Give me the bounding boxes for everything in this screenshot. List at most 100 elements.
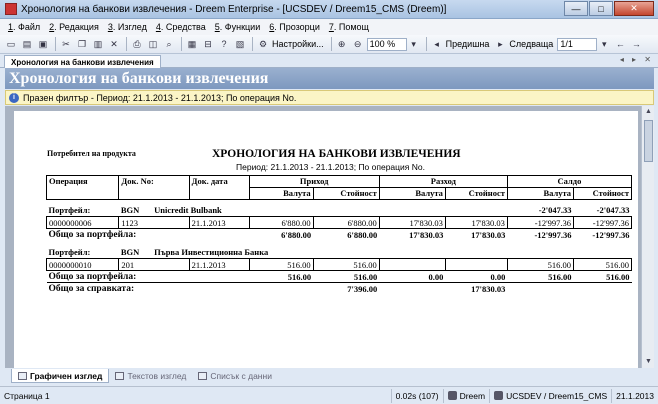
col-balance-currency: Валута [506, 187, 575, 200]
status-time: 0.02s (107) [390, 388, 443, 403]
scroll-thumb[interactable] [644, 120, 653, 162]
col-income: Приход [248, 175, 380, 188]
status-bar: Страница 1 0.02s (107) Dreem UCSDEV / Dr… [0, 386, 658, 404]
layout-icon[interactable]: ▦ [185, 37, 199, 51]
back-arrow-icon[interactable]: ← [613, 37, 627, 51]
status-page: Страница 1 [4, 390, 50, 401]
user-icon [447, 391, 457, 400]
toolbar: ▭ ▤ ▣ ✂ ❐ ▥ ✕ ⎙ ◫ ⌕ ▦ ⊟ ? ▧ ⚙ Настройки.… [0, 35, 658, 54]
report-table: Операция Док. No: Док. дата Приход Разхо… [45, 175, 633, 295]
page-title: Хронология на банкови извлечения [5, 68, 654, 89]
report-title: ХРОНОЛОГИЯ НА БАНКОВИ ИЗВЛЕЧЕНИЯ [212, 148, 461, 160]
help-icon[interactable]: ? [217, 37, 231, 51]
export-icon[interactable]: ▧ [233, 37, 247, 51]
text-view-icon [115, 372, 125, 380]
col-doc-date: Док. дата [188, 175, 250, 200]
database-icon [494, 391, 504, 400]
col-balance-value: Стойност [573, 187, 632, 200]
tab-graphic-view[interactable]: Графичен изглед [11, 369, 110, 383]
col-expense: Разход [378, 175, 508, 188]
menu-functions[interactable]: 5. Функции [215, 22, 260, 32]
menu-file[interactable]: 1. Файл [8, 22, 40, 32]
menu-edit[interactable]: 2. Редакция [49, 22, 99, 32]
menu-tools[interactable]: 4. Средства [156, 22, 206, 32]
status-user: Dreem [442, 388, 490, 403]
zoom-out-icon[interactable]: ⊖ [351, 37, 365, 51]
find-icon[interactable]: ⌕ [162, 37, 176, 51]
chevron-down-icon[interactable]: ▾ [407, 37, 421, 51]
tab-data-list[interactable]: Списък с данни [192, 369, 278, 383]
cut-icon[interactable]: ✂ [59, 37, 73, 51]
minimize-button[interactable]: — [564, 1, 588, 16]
col-expense-value: Стойност [444, 187, 508, 200]
prev-page-button[interactable]: Предишна [446, 39, 490, 49]
paste-icon[interactable]: ▥ [91, 37, 105, 51]
table-row[interactable]: 0000000010 201 21.1.2013 516.00 516.00 5… [45, 258, 632, 271]
maximize-button[interactable]: □ [589, 1, 613, 16]
window-title: Хронология на банкови извлечения - Dreem… [21, 3, 447, 15]
menu-view[interactable]: 3. Изглед [108, 22, 147, 32]
zoom-select[interactable]: 100 % [366, 37, 407, 51]
status-date: 21.1.2013 [611, 388, 658, 403]
toolbar-separator [126, 37, 127, 51]
settings-icon[interactable]: ⚙ [256, 37, 270, 51]
next-page-button[interactable]: Следваща [509, 39, 553, 49]
col-income-value: Стойност [312, 187, 380, 200]
tab-controls[interactable]: ◂ ▸ ✕ [620, 55, 654, 64]
portfolio-header: Портфейл: BGN Първа Инвестиционна Банка [48, 247, 269, 258]
col-balance: Салдо [506, 175, 633, 188]
delete-icon[interactable]: ✕ [107, 37, 121, 51]
page-select[interactable]: 1/1 [557, 37, 598, 51]
settings-button[interactable]: Настройки... [272, 39, 324, 49]
preview-icon[interactable]: ◫ [146, 37, 160, 51]
next-page-icon[interactable]: ▸ [493, 37, 507, 51]
portfolio-total: Общо за портфейла: 6'880.00 6'880.00 17'… [48, 229, 630, 240]
chevron-down-icon[interactable]: ▾ [597, 37, 611, 51]
tab-bank-statement-history[interactable]: Хронология на банкови извлечения [4, 55, 161, 68]
window-controls: — □ ✕ [563, 1, 654, 16]
app-icon [5, 3, 17, 15]
report-page: Потребител на продукта ХРОНОЛОГИЯ НА БАН… [14, 111, 638, 368]
report-preview[interactable]: Потребител на продукта ХРОНОЛОГИЯ НА БАН… [5, 106, 654, 368]
close-button[interactable]: ✕ [614, 1, 654, 16]
menu-bar: 1. Файл 2. Редакция 3. Изглед 4. Средств… [0, 19, 658, 35]
new-icon[interactable]: ▭ [4, 37, 18, 51]
copy-icon[interactable]: ❐ [75, 37, 89, 51]
graphic-view-icon [18, 371, 27, 380]
prev-page-icon[interactable]: ◂ [430, 37, 444, 51]
menu-windows[interactable]: 6. Прозорци [269, 22, 320, 32]
save-icon[interactable]: ▣ [36, 37, 50, 51]
title-bar: Хронология на банкови извлечения - Dreem… [0, 0, 658, 19]
document-tabstrip: Хронология на банкови извлечения ◂ ▸ ✕ [0, 55, 658, 68]
data-list-icon [198, 372, 208, 380]
view-tabs: Графичен изглед Текстов изглед Списък с … [5, 369, 654, 384]
col-income-currency: Валута [248, 187, 314, 200]
forward-arrow-icon[interactable]: → [629, 37, 643, 51]
col-operation: Операция [45, 175, 120, 200]
portfolio-header: Портфейл: BGN Unicredit Bulbank -2'047.3… [48, 205, 630, 216]
consumer-label: Потребител на продукта [47, 149, 136, 158]
toolbar-separator [252, 37, 253, 51]
scroll-up-icon[interactable]: ▲ [642, 106, 655, 118]
col-expense-currency: Валута [378, 187, 446, 200]
toolbar-separator [425, 37, 427, 51]
filter-bar[interactable]: i Празен филтър - Период: 21.1.2013 - 21… [5, 90, 654, 105]
menu-help[interactable]: 7. Помощ [329, 22, 369, 32]
tab-text-view[interactable]: Текстов изглед [109, 369, 192, 383]
toolbar-separator [330, 37, 332, 51]
toolbar-separator [181, 37, 182, 51]
status-database: UCSDEV / Dreem15_CMS [489, 388, 611, 403]
vertical-scrollbar[interactable]: ▲ ▼ [641, 106, 654, 368]
table-row[interactable]: 0000000006 1123 21.1.2013 6'880.00 6'880… [45, 216, 632, 229]
grand-total: Общо за справката: 7'396.00 17'830.03 [46, 282, 632, 295]
scroll-down-icon[interactable]: ▼ [642, 356, 655, 368]
zoom-in-icon[interactable]: ⊕ [335, 37, 349, 51]
toolbar-separator [55, 37, 56, 51]
open-icon[interactable]: ▤ [20, 37, 34, 51]
filter-icon[interactable]: ⊟ [201, 37, 215, 51]
portfolio-total: Общо за портфейла: 516.00 516.00 0.00 0.… [48, 271, 630, 282]
info-icon: i [9, 92, 19, 103]
col-doc-no: Док. No: [118, 175, 190, 200]
filter-text: Празен филтър - Период: 21.1.2013 - 21.1… [23, 92, 297, 103]
print-icon[interactable]: ⎙ [130, 37, 144, 51]
